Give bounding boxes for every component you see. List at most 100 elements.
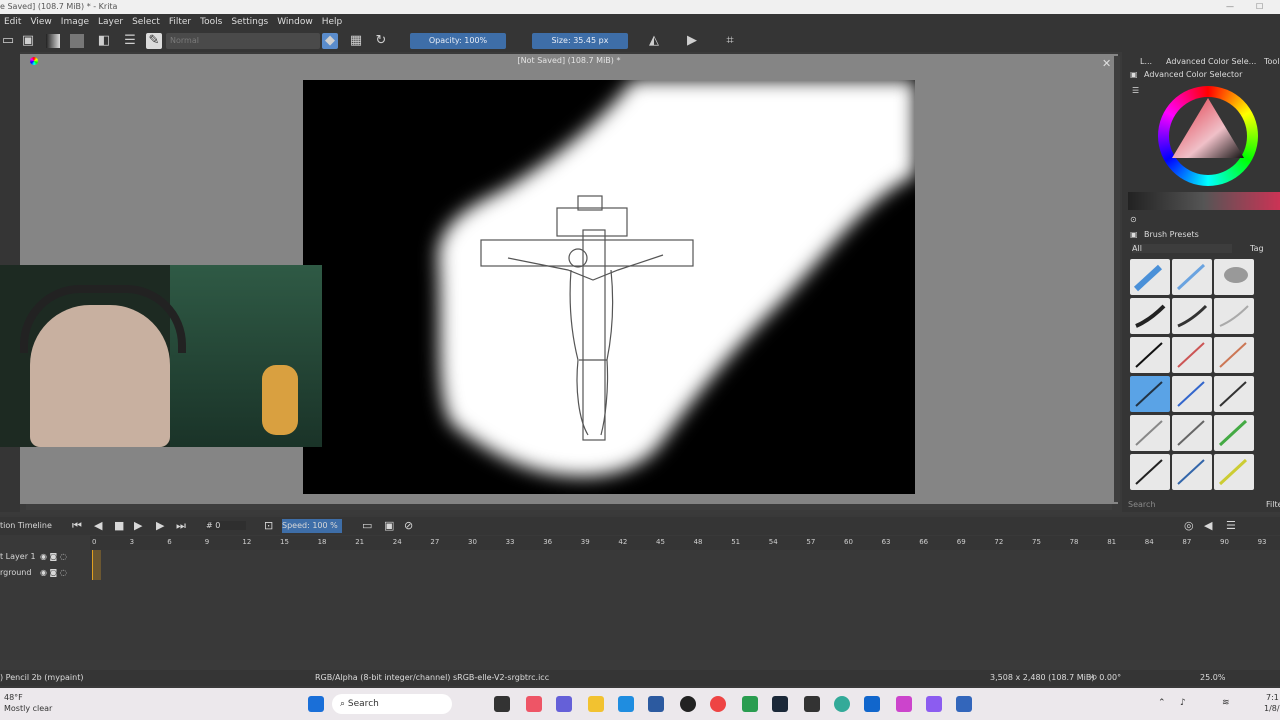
- chrome-icon[interactable]: [710, 696, 726, 712]
- menu-edit[interactable]: Edit: [0, 14, 26, 30]
- dell-icon[interactable]: [680, 696, 696, 712]
- stop-icon[interactable]: ■: [114, 519, 124, 532]
- menu-settings[interactable]: Settings: [227, 14, 273, 30]
- menu-select[interactable]: Select: [128, 14, 165, 30]
- drop-frames-icon[interactable]: ⊡: [264, 519, 273, 532]
- crop-icon[interactable]: ⌗: [722, 33, 738, 49]
- add-frame-icon[interactable]: ▣: [384, 519, 394, 532]
- opacity-slider[interactable]: Opacity: 100%: [410, 33, 506, 49]
- docker-tab-color[interactable]: Advanced Color Sele...: [1166, 57, 1256, 66]
- fg-bg-color-icon[interactable]: ◧: [96, 33, 112, 49]
- horizontal-scrollbar[interactable]: [26, 504, 1112, 510]
- clock-time[interactable]: 7:1: [1266, 693, 1279, 702]
- brush-preset[interactable]: [1130, 454, 1170, 490]
- brush-preset[interactable]: [1130, 337, 1170, 373]
- blend-mode-select[interactable]: Normal: [166, 33, 320, 49]
- brush-search-input[interactable]: Search: [1128, 500, 1155, 509]
- previous-frame-icon[interactable]: ◀: [94, 519, 102, 532]
- timeline-menu-icon[interactable]: ☰: [1226, 519, 1236, 532]
- brush-preset[interactable]: [1172, 454, 1212, 490]
- chrome-alt-icon[interactable]: [834, 696, 850, 712]
- close-document-icon[interactable]: ✕: [1102, 57, 1111, 70]
- teams-icon[interactable]: [556, 696, 572, 712]
- brush-preset-icon[interactable]: ✎: [146, 33, 162, 49]
- onion-skin-icon[interactable]: ▭: [362, 519, 372, 532]
- reload-preset-icon[interactable]: ↻: [373, 33, 389, 49]
- menu-view[interactable]: View: [26, 14, 56, 30]
- brush-preset-selected[interactable]: [1130, 376, 1170, 412]
- discord-icon[interactable]: [926, 696, 942, 712]
- audio-icon[interactable]: ◎: [1184, 519, 1194, 532]
- brush-preset[interactable]: [1214, 298, 1254, 334]
- file-explorer-icon[interactable]: [588, 696, 604, 712]
- store-icon[interactable]: [648, 696, 664, 712]
- first-frame-icon[interactable]: ⏮: [72, 519, 82, 533]
- docker-expand-icon[interactable]: ▣: [1130, 70, 1138, 79]
- excel-icon[interactable]: [742, 696, 758, 712]
- brush-preset[interactable]: [1130, 298, 1170, 334]
- timeline-ruler[interactable]: 0 3 6 9 12 15 18 21 24 27 30 33 36 39 42 45 48 51 54 57 60 63…: [90, 536, 1280, 550]
- mirror-horizontal-icon[interactable]: ◭: [646, 33, 662, 49]
- tag-label[interactable]: Tag: [1250, 244, 1264, 253]
- pattern-icon[interactable]: [70, 34, 84, 48]
- play-icon[interactable]: ▶: [134, 519, 142, 532]
- app-icon[interactable]: [956, 696, 972, 712]
- menu-tools[interactable]: Tools: [196, 14, 227, 30]
- app-icon[interactable]: [804, 696, 820, 712]
- menu-window[interactable]: Window: [273, 14, 318, 30]
- brush-preset[interactable]: [1214, 454, 1254, 490]
- brush-preset[interactable]: [1214, 376, 1254, 412]
- layer-row[interactable]: t Layer 1 ◉ ◙ ◌: [0, 552, 90, 566]
- volume-icon[interactable]: ◀: [1204, 519, 1212, 532]
- clock-date[interactable]: 1/8/: [1264, 704, 1280, 713]
- layer-row[interactable]: rground ◉ ◙ ◌: [0, 568, 90, 582]
- brush-preset[interactable]: [1172, 259, 1212, 295]
- menu-image[interactable]: Image: [57, 14, 94, 30]
- windows-start-icon[interactable]: [308, 696, 324, 712]
- menu-help[interactable]: Help: [318, 14, 348, 30]
- mic-icon[interactable]: ♪: [1180, 698, 1186, 708]
- preserve-alpha-icon[interactable]: ▦: [348, 33, 364, 49]
- brush-presets-expand-icon[interactable]: ▣: [1130, 230, 1138, 239]
- krita-icon[interactable]: [896, 696, 912, 712]
- brush-preset[interactable]: [1172, 415, 1212, 451]
- eraser-mode-icon[interactable]: ◆: [322, 33, 338, 49]
- open-icon[interactable]: ▭: [0, 33, 16, 49]
- minimize-icon[interactable]: —: [1226, 0, 1234, 14]
- playhead[interactable]: [92, 550, 101, 580]
- task-view-icon[interactable]: [494, 696, 510, 712]
- save-icon[interactable]: ▣: [20, 33, 36, 49]
- wifi-icon[interactable]: ≋: [1222, 698, 1230, 708]
- next-frame-icon[interactable]: ▶: [156, 519, 164, 532]
- color-history-bar[interactable]: [1128, 192, 1280, 210]
- copilot-icon[interactable]: [526, 696, 542, 712]
- brush-preset[interactable]: [1172, 298, 1212, 334]
- color-triangle[interactable]: [1158, 86, 1258, 186]
- visibility-icon[interactable]: ◉ ◙ ◌: [40, 568, 67, 577]
- app-icon[interactable]: [864, 696, 880, 712]
- brush-preset[interactable]: [1214, 259, 1254, 295]
- brush-preset[interactable]: [1172, 337, 1212, 373]
- brush-preset[interactable]: [1172, 376, 1212, 412]
- zoom-value[interactable]: 25.0%: [1200, 670, 1225, 686]
- color-wheel[interactable]: [1158, 86, 1258, 186]
- vertical-scrollbar[interactable]: [1114, 56, 1120, 502]
- rotation-value[interactable]: ⟲ 0.00°: [1090, 670, 1121, 686]
- tray-expand-icon[interactable]: ⌃: [1158, 698, 1166, 708]
- taskbar-search[interactable]: ⌕ Search: [332, 694, 452, 714]
- current-frame-field[interactable]: # 0: [206, 521, 246, 530]
- docker-tab-layers[interactable]: L...: [1140, 57, 1152, 66]
- gradient-icon[interactable]: [46, 34, 60, 48]
- steam-icon[interactable]: [772, 696, 788, 712]
- weather-desc[interactable]: Mostly clear: [4, 704, 52, 713]
- menu-layer[interactable]: Layer: [94, 14, 128, 30]
- size-slider[interactable]: Size: 35.45 px: [532, 33, 628, 49]
- remove-frame-icon[interactable]: ⊘: [404, 519, 413, 532]
- selector-settings-icon[interactable]: ☰: [1132, 86, 1139, 95]
- speed-field[interactable]: Speed: 100 %: [282, 519, 342, 533]
- visibility-icon[interactable]: ◉ ◙ ◌: [40, 552, 67, 561]
- maximize-icon[interactable]: ☐: [1256, 0, 1263, 14]
- docker-close-icon[interactable]: ⊙: [1130, 215, 1137, 224]
- edge-icon[interactable]: [618, 696, 634, 712]
- brush-preset[interactable]: [1130, 415, 1170, 451]
